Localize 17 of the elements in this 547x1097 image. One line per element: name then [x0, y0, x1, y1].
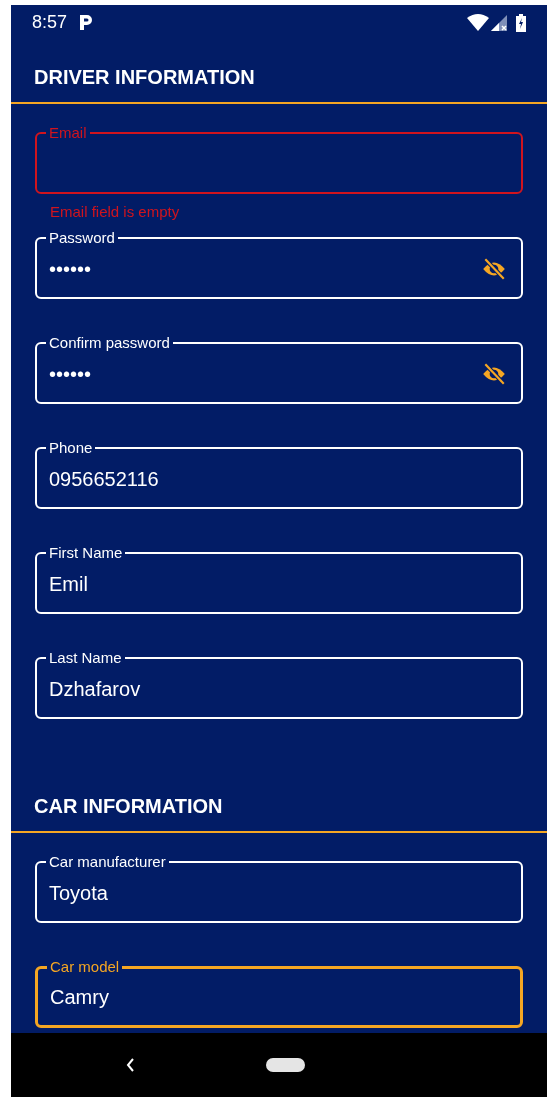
- section-title: CAR INFORMATION: [34, 794, 223, 818]
- input-field[interactable]: First Name Emil: [35, 545, 523, 614]
- password-field[interactable]: Password ••••••: [35, 230, 523, 299]
- parking-icon: [79, 14, 94, 31]
- home-button[interactable]: [266, 1058, 305, 1072]
- input-field[interactable]: Car model Camry: [35, 959, 523, 1028]
- password-field[interactable]: Confirm password ••••••: [35, 335, 523, 404]
- back-icon[interactable]: [125, 1057, 135, 1073]
- section-title: DRIVER INFORMATION: [34, 65, 255, 89]
- signal-icon: [491, 14, 508, 31]
- battery-icon: [516, 13, 526, 32]
- error-message: Email field is empty: [50, 203, 180, 220]
- status-time: 8:57: [32, 11, 68, 34]
- input-field[interactable]: Last Name Dzhafarov: [35, 650, 523, 719]
- input-field[interactable]: Phone 0956652116: [35, 440, 523, 509]
- wifi-icon: [467, 14, 489, 31]
- input-field[interactable]: Car manufacturer Toyota: [35, 854, 523, 923]
